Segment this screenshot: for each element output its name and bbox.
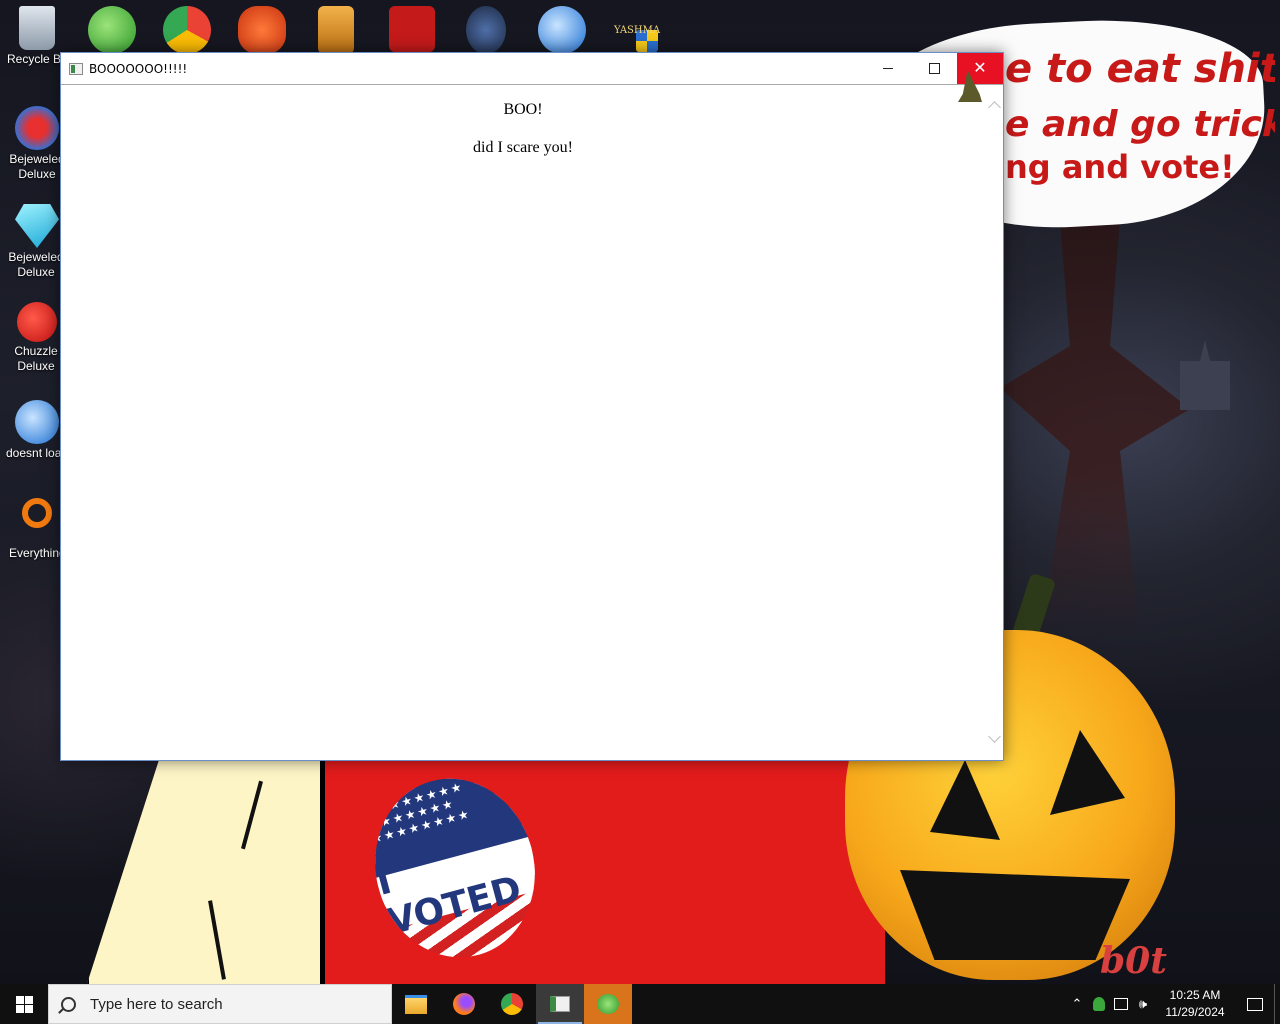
minimize-button[interactable] [865, 53, 911, 84]
start-button[interactable] [0, 984, 48, 1024]
action-center-button[interactable] [1236, 984, 1274, 1024]
everything-search-icon [22, 498, 52, 528]
recycle-bin-icon [19, 6, 55, 50]
desktop-icon-label: Chuzzle Deluxe [14, 344, 58, 373]
desktop-icon-label: Recycle Bin [7, 52, 67, 66]
notification-icon [1247, 997, 1263, 1011]
search-icon [61, 996, 76, 1012]
minimize-icon [883, 68, 893, 69]
boo-heading: BOO! [503, 101, 543, 118]
window-content: BOO! did I scare you! [61, 85, 1003, 761]
window-app-icon [69, 62, 83, 75]
taskbar-file-explorer[interactable] [392, 984, 440, 1024]
show-desktop-button[interactable] [1274, 984, 1280, 1024]
maximize-icon [928, 63, 940, 74]
bubble-line-1: e to eat shit [1005, 46, 1275, 92]
taskbar-window-app[interactable] [536, 984, 584, 1024]
windows-logo-icon [15, 995, 33, 1013]
thunderbird-icon[interactable] [538, 6, 586, 54]
desktop-icon-label: Bejeweled Deluxe [9, 152, 65, 181]
wallpaper-church [1180, 340, 1230, 410]
chrome-icon[interactable] [163, 6, 211, 54]
taskbar-clock[interactable]: 10:25 AM 11/29/2024 [1160, 987, 1230, 1021]
window-app-icon [550, 996, 570, 1012]
search-placeholder: Type here to search [90, 995, 223, 1013]
thunderbird-icon [15, 400, 59, 444]
folder-app-icon[interactable] [318, 6, 354, 54]
boo-window[interactable]: BOOOOOOO!!!!! ✕ BOO! did I scare you! [60, 52, 1004, 761]
file-explorer-icon [405, 994, 427, 1014]
bejeweled-gem-icon [15, 204, 59, 248]
window-titlebar[interactable]: BOOOOOOO!!!!! ✕ [61, 53, 1003, 85]
tray-messenger-icon[interactable] [1088, 984, 1110, 1024]
window-title: BOOOOOOO!!!!! [89, 61, 188, 76]
scroll-up-icon[interactable] [988, 101, 1001, 114]
desktop-icon-label: Bejeweled Deluxe [8, 250, 64, 279]
jack-o-lantern-mouth [900, 870, 1130, 960]
taskbar-chrome[interactable] [488, 984, 536, 1024]
taskbar-msn-messenger[interactable] [584, 984, 632, 1024]
taskbar-search-box[interactable]: Type here to search [48, 984, 392, 1024]
game-shield-icon[interactable] [466, 6, 506, 54]
p-app-icon[interactable] [238, 6, 286, 54]
msn-messenger-icon [597, 994, 619, 1014]
scroll-down-icon[interactable] [988, 730, 1001, 743]
vertical-scrollbar[interactable] [985, 85, 1003, 761]
close-icon: ✕ [973, 59, 987, 77]
bubble-line-2: e and go trick [1005, 104, 1275, 145]
msn-messenger-icon[interactable] [88, 6, 136, 54]
system-tray: ⌃ 🕪 10:25 AM 11/29/2024 [1066, 984, 1280, 1024]
clock-time: 10:25 AM [1169, 988, 1221, 1002]
firefox-icon [453, 993, 475, 1015]
chuzzle-icon [17, 302, 57, 342]
wallpaper-watermark: b0t [1100, 940, 1167, 982]
network-icon[interactable] [1110, 984, 1132, 1024]
flash-icon[interactable] [389, 6, 435, 52]
volume-icon[interactable]: 🕪 [1132, 984, 1154, 1024]
taskbar: Type here to search ⌃ 🕪 10:25 AM 11/29/2… [0, 984, 1280, 1024]
desktop-icon-label: doesnt load [6, 446, 66, 460]
close-button[interactable]: ✕ [957, 53, 1003, 84]
clock-date: 11/29/2024 [1165, 1005, 1225, 1019]
bubble-line-3: ng and vote! [1005, 148, 1235, 186]
yashma-label: YASHMA [614, 25, 661, 36]
bejeweled-2-icon [15, 106, 59, 150]
taskbar-firefox[interactable] [440, 984, 488, 1024]
tray-chevron-up-icon[interactable]: ⌃ [1066, 984, 1088, 1024]
scare-message: did I scare you! [473, 139, 573, 156]
chrome-icon [501, 993, 523, 1015]
caption-buttons: ✕ [865, 53, 1003, 84]
maximize-button[interactable] [911, 53, 957, 84]
